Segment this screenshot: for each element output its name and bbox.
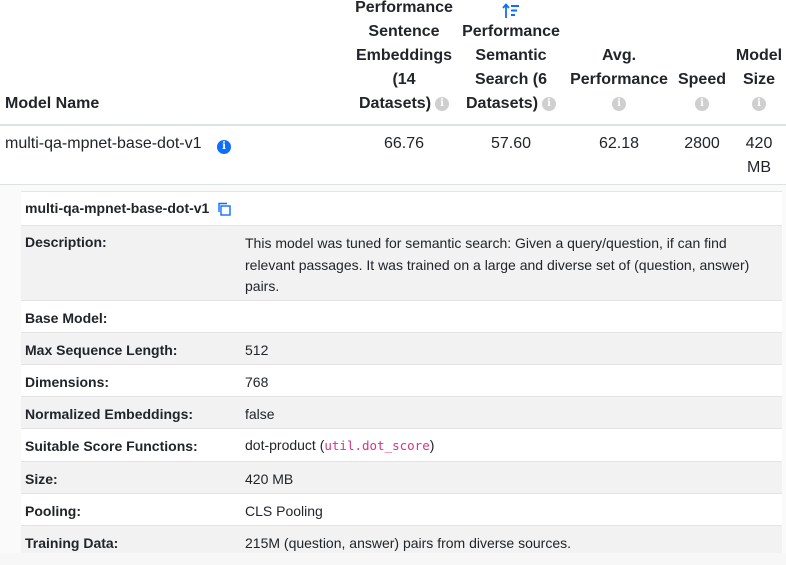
max-seq-value: 512 — [241, 332, 782, 365]
info-circle-icon[interactable]: i — [695, 96, 709, 111]
details-row-dimensions: Dimensions: 768 — [21, 364, 782, 397]
description-line: pairs. — [245, 278, 280, 294]
details-row-size: Size: 420 MB — [21, 461, 782, 494]
column-header-model-name[interactable]: Model Name — [5, 92, 125, 116]
column-label-line: Performance — [570, 71, 668, 88]
column-header-sentence-performance[interactable]: Performance Sentence Embeddings (14 Data… — [346, 0, 462, 116]
semantic-performance-cell: 57.60 — [490, 135, 532, 152]
column-label-line: Performance — [355, 0, 453, 16]
sentence-performance-cell: 66.76 — [383, 135, 425, 152]
details-row-pooling: Pooling: CLS Pooling — [21, 493, 782, 526]
details-title-cell: multi-qa-mpnet-base-dot-v1 — [21, 191, 782, 226]
description-line: relevant passages. It was trained on a l… — [245, 256, 750, 273]
details-row-description: Description: This model was tuned for se… — [21, 225, 782, 301]
base-model-value — [241, 300, 782, 333]
column-label-line: Performance — [462, 23, 560, 40]
column-label-line: Model — [735, 47, 783, 64]
dimensions-label: Dimensions: — [21, 364, 241, 397]
column-header-semantic-performance[interactable]: Performance Semantic Search (6 Datasets)… — [458, 0, 564, 116]
panel-bottom-edge — [0, 553, 786, 565]
column-header-avg-performance[interactable]: Avg. Performance i — [566, 44, 672, 116]
model-size-cell: 420 MB — [732, 132, 786, 180]
score-suffix: ) — [429, 437, 435, 453]
details-row-score-functions: Suitable Score Functions: dot-product (u… — [21, 428, 782, 462]
column-label-line: Speed — [677, 71, 726, 88]
size-value: 420 MB — [241, 461, 782, 494]
details-title-row: multi-qa-mpnet-base-dot-v1 — [21, 191, 782, 226]
speed-cell: 2800 — [684, 135, 720, 152]
base-model-label: Base Model: — [21, 300, 241, 333]
column-label-line: (14 — [392, 71, 416, 88]
description-label: Description: — [21, 225, 241, 301]
score-functions-value: dot-product (util.dot_score) — [241, 428, 782, 462]
column-label-line: Datasets) — [465, 95, 539, 112]
dimensions-value: 768 — [241, 364, 782, 397]
max-seq-label: Max Sequence Length: — [21, 332, 241, 365]
details-row-base-model: Base Model: — [21, 300, 782, 333]
info-circle-icon[interactable]: i — [612, 96, 626, 111]
pooling-value: CLS Pooling — [241, 493, 782, 526]
score-function-code: util.dot_score — [324, 438, 430, 453]
column-label-line: Datasets) — [358, 95, 432, 112]
sort-descending-icon[interactable] — [502, 2, 520, 20]
copy-icon[interactable] — [217, 202, 231, 216]
details-title: multi-qa-mpnet-base-dot-v1 — [25, 200, 210, 216]
model-name-cell[interactable]: multi-qa-mpnet-base-dot-v1 — [5, 132, 202, 156]
model-name: multi-qa-mpnet-base-dot-v1 — [5, 135, 202, 152]
column-label: Model Name — [5, 95, 100, 112]
avg-performance-cell: 62.18 — [598, 135, 640, 152]
column-header-speed[interactable]: Speed i — [674, 68, 730, 116]
column-label-line: Search (6 — [474, 71, 548, 88]
score-functions-label: Suitable Score Functions: — [21, 428, 241, 462]
column-label-line: Size — [742, 71, 775, 88]
normalized-value: false — [241, 396, 782, 429]
model-size-value: 420 — [745, 135, 773, 152]
column-label-line: Semantic — [475, 47, 547, 64]
info-circle-icon[interactable]: i — [542, 96, 557, 111]
details-row-training-data: Training Data: 215M (question, answer) p… — [21, 525, 782, 556]
pooling-label: Pooling: — [21, 493, 241, 526]
details-row-normalized: Normalized Embeddings: false — [21, 396, 782, 429]
info-circle-icon[interactable]: i — [435, 96, 450, 111]
model-size-unit: MB — [747, 159, 771, 176]
info-circle-icon[interactable]: i — [217, 140, 231, 154]
score-prefix: dot-product ( — [245, 437, 325, 453]
column-label-line: Embeddings — [355, 47, 452, 64]
details-row-max-seq: Max Sequence Length: 512 — [21, 332, 782, 365]
size-label: Size: — [21, 461, 241, 494]
training-data-value: 215M (question, answer) pairs from diver… — [241, 525, 782, 556]
table-header: Model Name Performance Sentence Embeddin… — [0, 0, 786, 126]
description-value: This model was tuned for semantic search… — [241, 225, 782, 301]
info-circle-icon[interactable]: i — [752, 96, 766, 111]
model-details-table: multi-qa-mpnet-base-dot-v1 Description: … — [21, 191, 782, 556]
normalized-label: Normalized Embeddings: — [21, 396, 241, 429]
column-label-line: Avg. — [601, 47, 637, 64]
training-data-label: Training Data: — [21, 525, 241, 556]
column-label-line: Sentence — [368, 23, 440, 40]
model-info-button[interactable]: i — [217, 136, 231, 154]
column-header-model-size[interactable]: Model Size i — [732, 44, 786, 116]
description-line: This model was tuned for semantic search… — [245, 235, 727, 251]
